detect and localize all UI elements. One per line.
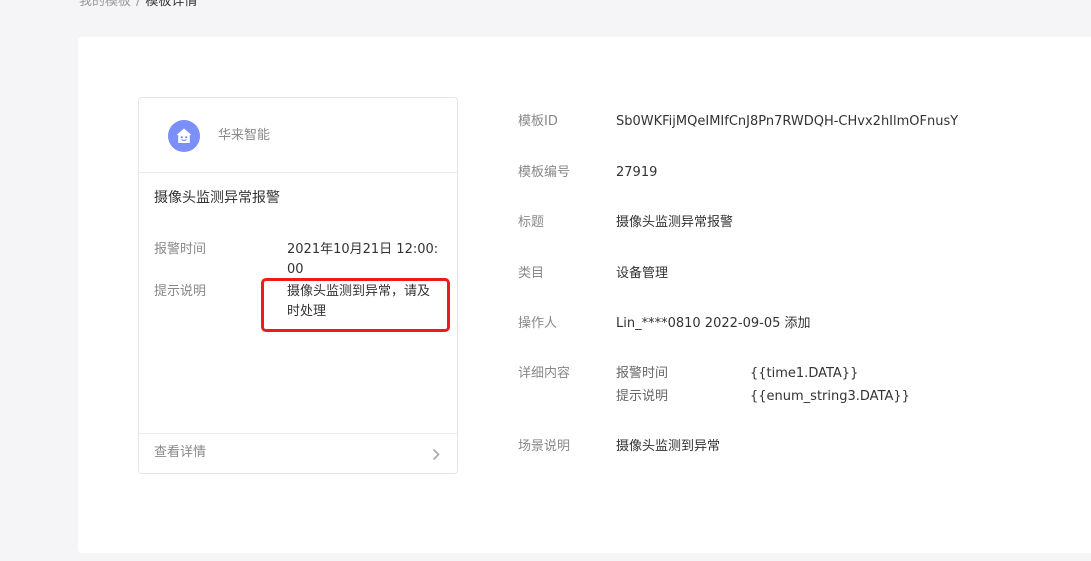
hint-value: 摄像头监测到异常，请及时处理 xyxy=(287,284,431,319)
breadcrumb-separator: / xyxy=(136,0,141,9)
template-number-label: 模板编号 xyxy=(518,165,571,180)
preview-header: 华来智能 xyxy=(139,98,457,173)
breadcrumb-parent-link[interactable]: 我的模板 xyxy=(79,0,131,9)
alarm-time-value: 2021年10月21日 12:00:00 xyxy=(287,242,439,277)
view-details-label: 查看详情 xyxy=(154,445,207,460)
alarm-time-label: 报警时间 xyxy=(154,242,207,257)
content-alarm-time-label: 报警时间 xyxy=(616,366,669,381)
content-alarm-time-value: {{time1.DATA}} xyxy=(750,366,859,381)
hint-label: 提示说明 xyxy=(154,284,207,299)
title-value: 摄像头监测异常报警 xyxy=(616,215,734,230)
breadcrumb: 我的模板 / 模板详情 xyxy=(79,0,197,10)
scene-label: 场景说明 xyxy=(518,439,571,454)
house-face-icon xyxy=(176,128,192,143)
scene-value: 摄像头监测到异常 xyxy=(616,439,721,454)
content-hint-value: {{enum_string3.DATA}} xyxy=(750,389,910,404)
category-value: 设备管理 xyxy=(616,266,669,281)
app-name: 华来智能 xyxy=(218,128,271,143)
template-id-value: Sb0WKFijMQeIMIfCnJ8Pn7RWDQH-CHvx2hIlmOFn… xyxy=(616,114,959,129)
template-id-label: 模板ID xyxy=(518,114,558,129)
chevron-right-icon xyxy=(432,448,440,461)
breadcrumb-current: 模板详情 xyxy=(145,0,198,9)
view-details-link[interactable]: 查看详情 xyxy=(139,433,457,473)
operator-value: Lin_****0810 2022-09-05 添加 xyxy=(616,316,811,331)
detail-content-label: 详细内容 xyxy=(518,366,571,381)
message-preview-card: 华来智能 摄像头监测异常报警 报警时间 2021年10月21日 12:00:00… xyxy=(138,97,458,474)
content-hint-label: 提示说明 xyxy=(616,389,669,404)
title-label: 标题 xyxy=(518,215,545,230)
category-label: 类目 xyxy=(518,266,545,281)
operator-label: 操作人 xyxy=(518,316,558,331)
template-number-value: 27919 xyxy=(616,165,658,180)
avatar xyxy=(168,120,200,152)
preview-title: 摄像头监测异常报警 xyxy=(154,190,280,206)
